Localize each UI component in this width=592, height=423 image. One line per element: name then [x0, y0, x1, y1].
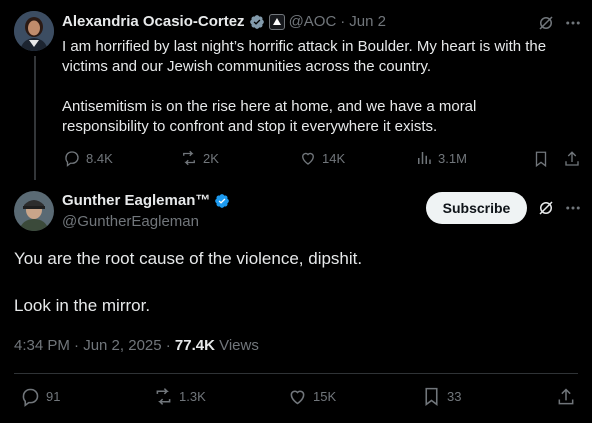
text-line: Look in the mirror. [14, 296, 151, 315]
views-icon [418, 152, 431, 164]
divider [14, 373, 578, 374]
bookmark-button[interactable]: 33 [421, 386, 461, 407]
reply-icon [65, 151, 79, 167]
text-line: victims and our Jewish communities acros… [62, 58, 432, 75]
text-line: I am horrified by last night’s horrific … [62, 38, 547, 55]
views-label: Views [214, 337, 259, 354]
reply-count: 91 [46, 389, 61, 404]
bookmark-count: 33 [447, 389, 462, 404]
like-button[interactable]: 14K [299, 149, 345, 167]
text-line: responsibility to confront and stop it e… [62, 118, 438, 135]
repost-icon [183, 150, 195, 166]
like-icon [302, 152, 314, 165]
reply-button[interactable]: 91 [20, 386, 60, 407]
repost-button[interactable]: 1.3K [153, 386, 206, 407]
more-icon[interactable] [564, 199, 582, 217]
share-button[interactable] [556, 387, 576, 407]
author-name[interactable]: Alexandria Ocasio-Cortez [62, 13, 245, 30]
share-icon [558, 388, 574, 405]
thread-connector-line [34, 56, 36, 180]
repost-button[interactable]: 2K [180, 149, 219, 167]
bookmark-icon [535, 151, 547, 168]
tweet-date[interactable]: Jun 2 [349, 13, 386, 30]
grok-icon[interactable] [537, 199, 555, 217]
more-icon[interactable] [564, 14, 582, 32]
quoted-tweet-text: I am horrified by last night’s horrific … [62, 37, 582, 137]
author-handle[interactable]: @AOC [289, 13, 337, 30]
text-line: Antisemitism is on the rise here at home… [62, 98, 477, 115]
reply-button[interactable]: 8.4K [63, 149, 113, 167]
views-button[interactable]: 3.1M [415, 149, 467, 167]
bookmark-button[interactable] [532, 150, 550, 168]
repost-icon [156, 388, 171, 405]
subscribe-button[interactable]: Subscribe [426, 192, 527, 224]
gunther-header: Gunther Eagleman™ [62, 192, 230, 209]
views-count: 77.4K [174, 337, 215, 354]
reply-count: 8.4K [86, 150, 113, 166]
like-button[interactable]: 15K [287, 386, 336, 407]
aoc-header: Alexandria Ocasio-Cortez @AOC · Jun 2 [62, 13, 386, 30]
grok-icon[interactable] [537, 14, 555, 32]
views-count: 3.1M [438, 150, 467, 166]
reply-icon [22, 388, 39, 407]
text-line: You are the root cause of the violence, … [14, 249, 363, 268]
bookmark-icon [425, 387, 438, 406]
gunther-avatar[interactable] [14, 191, 54, 231]
like-icon [290, 390, 305, 405]
tweet-meta: 4:34 PM · Jun 2, 2025 · 77.4K Views [14, 337, 259, 354]
share-icon [565, 151, 579, 166]
verified-badge-icon [215, 193, 230, 208]
government-badge-icon [268, 13, 285, 30]
date-separator: · [340, 13, 346, 30]
repost-count: 2K [203, 150, 219, 166]
repost-count: 1.3K [179, 389, 206, 404]
avatar-image [14, 11, 54, 51]
like-count: 14K [322, 150, 346, 166]
author-handle[interactable]: @GuntherEagleman [62, 213, 199, 230]
share-button[interactable] [563, 150, 581, 168]
avatar-image [14, 191, 54, 231]
aoc-avatar[interactable] [14, 11, 54, 51]
author-name[interactable]: Gunther Eagleman™ [62, 192, 210, 209]
verified-badge-icon [249, 14, 264, 29]
reply-tweet-text: You are the root cause of the violence, … [14, 247, 574, 317]
like-count: 15K [313, 389, 337, 404]
tweet-timestamp[interactable]: 4:34 PM · Jun 2, 2025 · [14, 337, 175, 354]
